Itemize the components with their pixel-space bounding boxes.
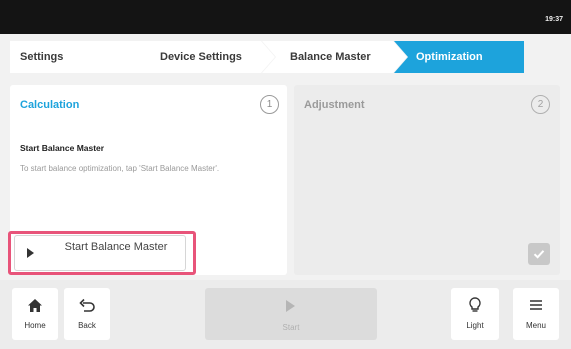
breadcrumb-label: Device Settings: [160, 51, 242, 63]
breadcrumb-item-device-settings[interactable]: Device Settings: [130, 41, 275, 73]
home-icon: [27, 297, 43, 313]
breadcrumb-label: Optimization: [416, 51, 483, 63]
start-balance-master-button[interactable]: Start Balance Master: [14, 235, 186, 271]
light-button[interactable]: Light: [451, 288, 499, 340]
hamburger-menu-icon: [529, 297, 543, 313]
play-icon: [27, 248, 34, 258]
breadcrumb-item-balance-master[interactable]: Balance Master: [262, 41, 407, 73]
panel-title: Calculation: [20, 99, 80, 111]
panel-subheading: Start Balance Master: [20, 143, 105, 153]
breadcrumb-label: Balance Master: [290, 51, 371, 63]
status-bar: 19:37: [0, 0, 571, 34]
back-label: Back: [78, 321, 96, 330]
button-label: Start Balance Master: [64, 241, 168, 253]
panel-description: To start balance optimization, tap 'Star…: [20, 164, 220, 173]
bottom-nav-bar: Home Back Start Light Menu: [0, 280, 571, 349]
status-time: 19:37: [545, 16, 563, 23]
breadcrumb-item-settings[interactable]: Settings: [10, 41, 148, 73]
panel-title: Adjustment: [304, 99, 365, 111]
menu-label: Menu: [525, 321, 546, 330]
back-arrow-icon: [79, 297, 95, 313]
light-label: Light: [466, 321, 484, 330]
step-number-badge: 2: [531, 95, 550, 114]
back-button[interactable]: Back: [64, 288, 110, 340]
start-label: Start: [282, 323, 300, 332]
home-button[interactable]: Home: [12, 288, 58, 340]
lightbulb-icon: [469, 297, 481, 313]
play-icon: [286, 300, 295, 312]
menu-button[interactable]: Menu: [513, 288, 559, 340]
home-label: Home: [24, 321, 46, 330]
confirm-button[interactable]: [528, 243, 550, 265]
checkmark-icon: [533, 250, 545, 259]
breadcrumb-label: Settings: [20, 51, 64, 63]
content-area: Calculation 1 Start Balance Master To st…: [0, 79, 571, 280]
step-number-badge: 1: [260, 95, 279, 114]
start-button[interactable]: Start: [205, 288, 377, 340]
breadcrumb: Settings Device Settings Balance Master …: [0, 34, 571, 79]
adjustment-panel: Adjustment 2: [294, 85, 560, 275]
breadcrumb-item-optimization[interactable]: Optimization: [394, 41, 524, 73]
